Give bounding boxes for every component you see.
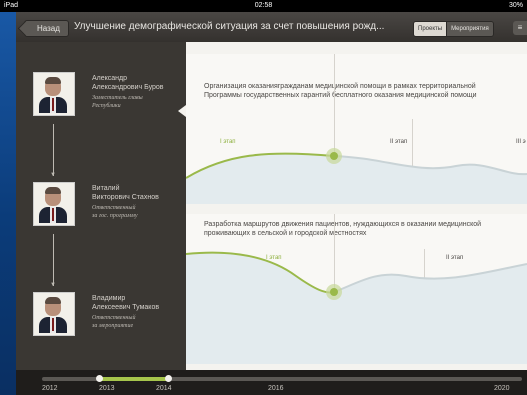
back-button[interactable]: Назад [24,20,69,37]
person-role: Ответственный за гос. программу [92,204,138,220]
curve-fill [186,153,527,204]
role-line: Республики [92,103,121,109]
responsible-people-panel: Александр Александрович Буров Заместител… [16,42,186,370]
avatar [33,182,75,226]
person-first-name: Виталий [92,185,120,192]
timeline-selected-range [98,377,169,381]
avatar [33,72,75,116]
person-name: Александр Александрович Буров [92,74,164,92]
year-label: 2020 [494,385,510,392]
person-card-3[interactable]: Владимир Алексеевич Тумаков Ответственны… [16,292,186,342]
person-name: Владимир Алексеевич Тумаков [92,294,159,312]
desktop-background [0,0,16,395]
navigation-bar: Назад Улучшение демографической ситуация… [16,12,527,43]
year-label: 2016 [268,385,284,392]
tab-projects[interactable]: Проекты [414,22,447,36]
year-label: 2012 [42,385,58,392]
connector-line [53,234,54,286]
role-line: Ответственный [92,315,136,321]
person-last-name: Александрович Буров [92,84,164,91]
year-label: 2013 [99,385,115,392]
tab-events[interactable]: Мероприятия [446,22,493,36]
curve-fill [186,252,527,364]
range-start-handle[interactable] [96,375,103,382]
status-bar: iPad 02:58 30% [0,0,527,12]
avatar [33,292,75,336]
person-card-1[interactable]: Александр Александрович Буров Заместител… [16,72,186,122]
person-last-name: Алексеевич Тумаков [92,304,160,311]
person-name: Виталий Викторович Стахнов [92,184,159,202]
project-card-2[interactable]: Разработка маршрутов движения пациентов,… [186,214,527,364]
person-first-name: Александр [92,75,128,82]
connector-line [53,124,54,176]
person-role: Заместитель главы Республики [92,94,143,110]
clock: 02:58 [254,2,273,9]
range-end-handle[interactable] [165,375,172,382]
view-segmented-control: Проекты Мероприятия [413,21,494,37]
progress-curve [186,148,527,204]
page-title: Улучшение демографической ситуация за сч… [74,21,385,32]
person-first-name: Владимир [92,295,126,302]
project-stages-area: Организация оказаниягражданам медицинско… [186,42,527,370]
year-label: 2014 [156,385,172,392]
person-last-name: Викторович Стахнов [92,194,159,201]
role-line: Ответственный [92,205,136,211]
person-card-2[interactable]: Виталий Викторович Стахнов Ответственный… [16,182,186,232]
back-button-label: Назад [37,24,60,33]
timeline-scrubber[interactable]: 2012 2013 2014 2016 2020 [16,370,527,395]
role-line: за гос. программу [92,213,138,219]
progress-curve [186,251,527,364]
menu-icon[interactable]: ≡ [513,21,527,35]
person-role: Ответственный за мероприятие [92,314,135,330]
app-window: Назад Улучшение демографической ситуация… [16,12,527,395]
current-point[interactable] [330,288,338,296]
battery-level: 30% [508,2,523,9]
arrow-down-icon: ▼ [50,172,56,178]
selection-pointer [178,105,186,117]
role-line: Заместитель главы [92,95,143,101]
role-line: за мероприятие [92,323,134,329]
arrow-down-icon: ▼ [50,282,56,288]
current-point[interactable] [330,152,338,160]
project-card-1[interactable]: Организация оказаниягражданам медицинско… [186,54,527,204]
